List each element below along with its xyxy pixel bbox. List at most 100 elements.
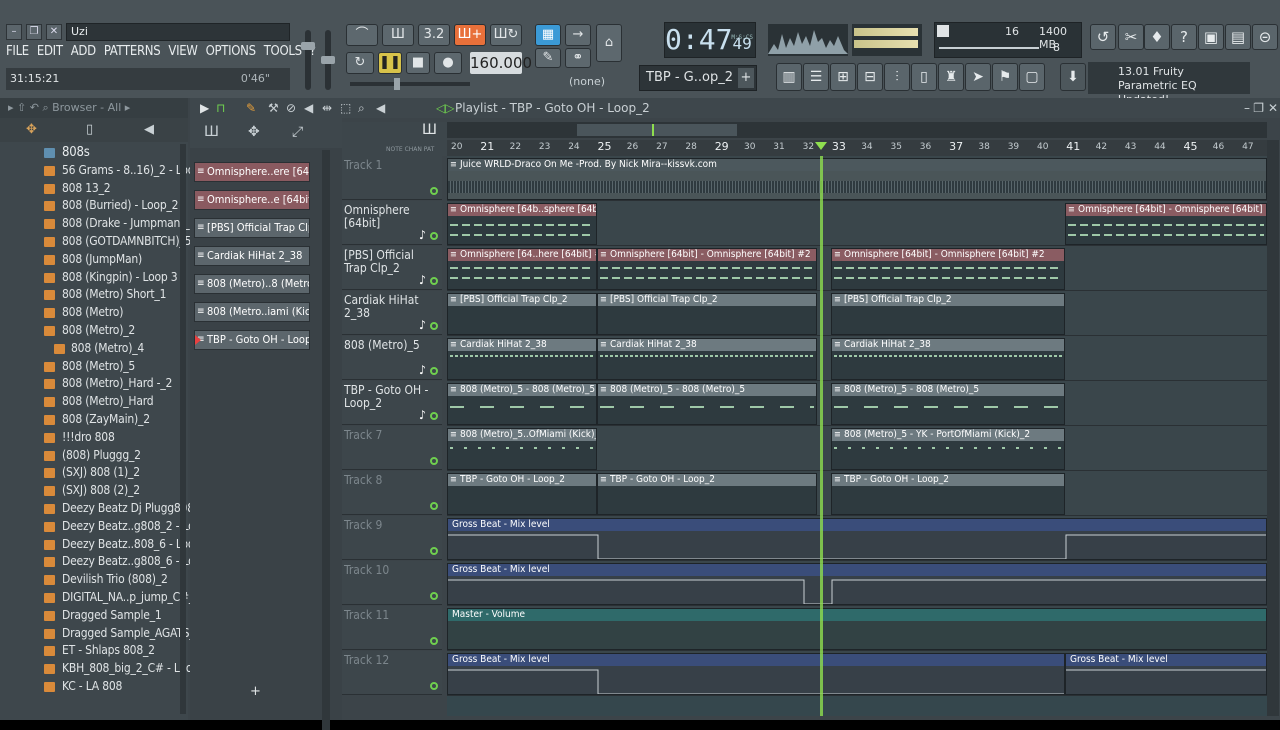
browser-speaker-icon[interactable]: ◀ bbox=[144, 122, 154, 137]
browser-item[interactable]: (SXJ) 808 (1)_2 bbox=[0, 464, 188, 482]
download-icon[interactable]: ⬇ bbox=[1060, 63, 1086, 91]
lane-8[interactable]: TBP - Goto OH - Loop_2 TBP - Goto OH - L… bbox=[447, 471, 1267, 516]
track-enable-led[interactable] bbox=[430, 412, 438, 420]
tool-mute-icon[interactable]: ◀ bbox=[304, 98, 313, 118]
piano-roll-icon[interactable]: ☰ bbox=[803, 63, 829, 91]
minimize-icon[interactable]: – bbox=[6, 24, 22, 40]
tempo-field[interactable]: 160.000 bbox=[470, 52, 532, 74]
track-enable-led[interactable] bbox=[430, 187, 438, 195]
picker-item[interactable]: Omnisphere..ere [64bit] bbox=[194, 162, 310, 182]
playlist-icon[interactable]: ▥ bbox=[776, 63, 802, 91]
browser-item[interactable]: 808 (Metro) Short_1 bbox=[0, 286, 188, 304]
audio-clip[interactable]: Juice WRLD-Draco On Me -Prod. By Nick Mi… bbox=[447, 158, 1267, 200]
faders-icon[interactable]: ⫶ bbox=[884, 63, 910, 91]
browser-folder[interactable]: 808s bbox=[0, 144, 188, 162]
browser-item[interactable]: (808) Pluggg_2 bbox=[0, 447, 188, 465]
magnet-icon[interactable]: ⊓ bbox=[216, 98, 225, 118]
playlist-close-icon[interactable]: ✕ bbox=[1268, 98, 1278, 118]
arrow-tool-icon[interactable]: ➤ bbox=[965, 63, 991, 91]
lane-4[interactable]: [PBS] Official Trap Clp_2 [PBS] Official… bbox=[447, 291, 1267, 336]
snap-magnet-icon[interactable]: ⌂ bbox=[596, 24, 622, 62]
clip-omnisphere-2[interactable]: Omnisphere [64..here [64bit] #2 bbox=[447, 248, 597, 290]
microphone-icon[interactable]: ♦ bbox=[1144, 24, 1170, 50]
close-icon[interactable]: ✕ bbox=[46, 24, 62, 40]
clip-tbp[interactable]: TBP - Goto OH - Loop_2 bbox=[597, 473, 817, 515]
loop-mode-icon[interactable]: ↻ bbox=[346, 52, 374, 74]
clip-pbs-trap[interactable]: [PBS] Official Trap Clp_2 bbox=[831, 293, 1065, 335]
lane-6[interactable]: 808 (Metro)_5 - 808 (Metro)_5 808 (Metro… bbox=[447, 381, 1267, 426]
browser-item[interactable]: KC - LA 808 bbox=[0, 678, 188, 696]
picker-item[interactable]: TBP - Goto OH - Loop_2 bbox=[194, 330, 310, 350]
tool-delete-icon[interactable]: ⊘ bbox=[286, 98, 296, 118]
info-icon[interactable]: ⊝ bbox=[1252, 24, 1278, 50]
picker-item[interactable]: Omnisphere..e [64bit] #2 bbox=[194, 190, 310, 210]
stop-icon[interactable]: ■ bbox=[406, 52, 430, 74]
clip-tbp[interactable]: TBP - Goto OH - Loop_2 bbox=[831, 473, 1065, 515]
master-pitch-slider[interactable] bbox=[321, 30, 335, 90]
track-header[interactable]: Track 7 bbox=[342, 426, 442, 470]
track-header[interactable]: Track 8 bbox=[342, 471, 442, 515]
pencil-icon[interactable]: ✎ bbox=[535, 48, 561, 68]
browser-item[interactable]: (SXJ) 808 (2)_2 bbox=[0, 482, 188, 500]
lane-2[interactable]: Omnisphere [64b..sphere [64bit] Omnisphe… bbox=[447, 201, 1267, 246]
picker-item[interactable]: 808 (Metro)..8 (Metro)_5 bbox=[194, 274, 310, 294]
playlist-arrows-icon[interactable]: ◁▷ bbox=[436, 98, 454, 118]
tool-zoom-icon[interactable]: ⌕ bbox=[358, 98, 365, 118]
main-pitch-slider[interactable] bbox=[350, 78, 470, 90]
play-arrow-icon[interactable]: ▶ bbox=[200, 98, 209, 118]
clip-808-metro[interactable]: 808 (Metro)_5 - 808 (Metro)_5 bbox=[831, 383, 1065, 425]
track-header[interactable]: Omnisphere [64bit] ♪ bbox=[342, 201, 442, 245]
restore-icon[interactable]: ❐ bbox=[26, 24, 42, 40]
render-icon[interactable]: ▤ bbox=[1225, 24, 1251, 50]
browser-item[interactable]: Deezy Beatz..808_6 - Loop2 bbox=[0, 536, 208, 554]
browser-item[interactable]: 808 13_2 bbox=[0, 180, 188, 198]
automation-clip-master-volume[interactable]: Master - Volume bbox=[447, 608, 1267, 650]
clip-pbs-trap[interactable]: [PBS] Official Trap Clp_2 bbox=[447, 293, 597, 335]
browser-item[interactable]: Deezy Beatz Dj Plugg808 bbox=[0, 500, 194, 518]
track-enable-led[interactable] bbox=[430, 682, 438, 690]
loop-record-icon[interactable]: Ш↻ bbox=[490, 24, 522, 46]
browser-item[interactable]: Dragged Sample_AGATS_1 bbox=[0, 625, 201, 643]
clip-omnisphere-2[interactable]: Omnisphere [64bit] - Omnisphere [64bit] … bbox=[597, 248, 817, 290]
playlist-lanes[interactable]: Juice WRLD-Draco On Me -Prod. By Nick Mi… bbox=[447, 156, 1267, 716]
clip-hihat[interactable]: Cardiak HiHat 2_38 bbox=[831, 338, 1065, 380]
track-header[interactable]: Cardiak HiHat 2_38 ♪ bbox=[342, 291, 442, 335]
lane-1[interactable]: Juice WRLD-Draco On Me -Prod. By Nick Mi… bbox=[447, 156, 1267, 201]
track-enable-led[interactable] bbox=[430, 277, 438, 285]
master-volume-slider[interactable] bbox=[301, 30, 315, 90]
news-hint[interactable]: 13.01 Fruity Parametric EQ Updated! bbox=[1088, 62, 1250, 106]
picker-item[interactable]: [PBS] Official Trap Clp_2 bbox=[194, 218, 310, 238]
window-icon[interactable]: ▢ bbox=[1019, 63, 1045, 91]
project-title[interactable]: Uzi bbox=[66, 23, 290, 41]
clip-kick[interactable]: 808 (Metro)_5..OfMiami (Kick)_2 bbox=[447, 428, 597, 470]
browser-item[interactable]: 808 (Metro)_2 bbox=[0, 322, 188, 340]
clip-pbs-trap[interactable]: [PBS] Official Trap Clp_2 bbox=[597, 293, 817, 335]
automation-clip-gross-beat[interactable]: Gross Beat - Mix level bbox=[447, 653, 1065, 695]
help-icon[interactable]: ? bbox=[1171, 24, 1197, 50]
track-enable-led[interactable] bbox=[430, 592, 438, 600]
audio-clip-icon[interactable]: ✥ bbox=[248, 124, 260, 140]
pause-icon[interactable]: ❚❚ bbox=[378, 52, 402, 74]
track-enable-led[interactable] bbox=[430, 232, 438, 240]
menu-file[interactable]: FILE bbox=[6, 44, 29, 64]
clip-omnisphere[interactable]: Omnisphere [64bit] - Omnisphere [64bit] bbox=[1065, 203, 1267, 245]
picker-item[interactable]: 808 (Metro..iami (Kick)_2 bbox=[194, 302, 310, 322]
clip-omnisphere-2[interactable]: Omnisphere [64bit] - Omnisphere [64bit] … bbox=[831, 248, 1065, 290]
lane-3[interactable]: Omnisphere [64..here [64bit] #2 Omnisphe… bbox=[447, 246, 1267, 291]
track-header[interactable]: 808 (Metro)_5 ♪ bbox=[342, 336, 442, 380]
lane-7[interactable]: 808 (Metro)_5..OfMiami (Kick)_2 808 (Met… bbox=[447, 426, 1267, 471]
clip-tbp[interactable]: TBP - Goto OH - Loop_2 bbox=[447, 473, 597, 515]
add-pattern-icon[interactable]: + bbox=[738, 68, 754, 88]
save-icon[interactable]: ▣ bbox=[1198, 24, 1224, 50]
tool-slip-icon[interactable]: ⇹ bbox=[322, 98, 332, 118]
track-header[interactable]: Track 10 bbox=[342, 561, 442, 605]
metronome-icon[interactable]: ⌒ bbox=[346, 24, 378, 46]
track-header[interactable]: Track 1 bbox=[342, 156, 442, 200]
browser-item[interactable]: 808 (Metro)_Hard -_2 bbox=[0, 375, 188, 393]
track-enable-led[interactable] bbox=[430, 547, 438, 555]
track-header[interactable]: Track 9 bbox=[342, 516, 442, 560]
track-enable-led[interactable] bbox=[430, 367, 438, 375]
menu-add[interactable]: ADD bbox=[71, 44, 96, 64]
record-icon[interactable]: ● bbox=[434, 52, 462, 74]
browser-file-icon[interactable]: ▯ bbox=[86, 122, 93, 137]
